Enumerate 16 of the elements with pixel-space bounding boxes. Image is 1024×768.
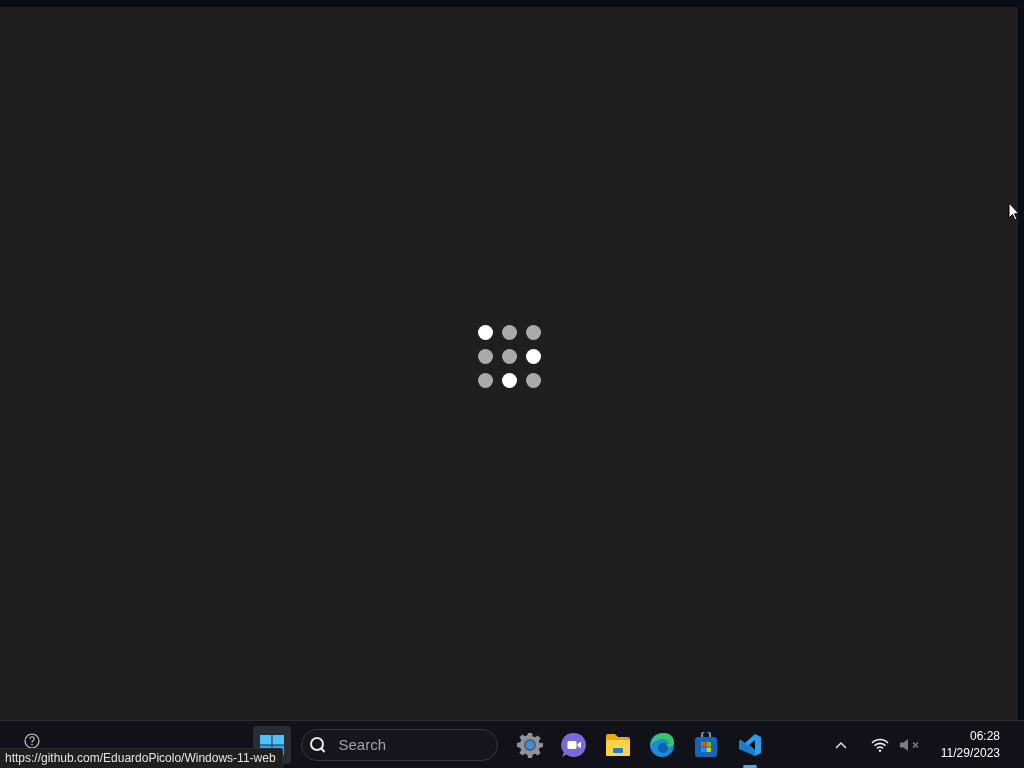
url-tooltip: https://github.com/EduardoPicolo/Windows-11-web	[0, 748, 283, 768]
search-field[interactable]: Search	[300, 728, 498, 761]
code-editor-icon	[737, 732, 762, 757]
gear-icon	[516, 731, 543, 758]
chevron-up-icon[interactable]	[834, 740, 847, 749]
shopping-bag-icon	[693, 731, 718, 758]
help-icon[interactable]	[24, 732, 40, 749]
browser-swirl-icon	[648, 731, 675, 758]
clock-time: 06:28	[969, 727, 1000, 745]
muted-speaker-icon[interactable]	[898, 737, 921, 752]
folder-icon	[604, 732, 631, 757]
video-chat-icon	[560, 731, 587, 758]
search-icon	[307, 735, 326, 754]
clock-date: 11/29/2023	[940, 744, 1000, 762]
wifi-icon[interactable]	[870, 737, 889, 752]
mouse-pointer-icon	[1008, 202, 1020, 221]
